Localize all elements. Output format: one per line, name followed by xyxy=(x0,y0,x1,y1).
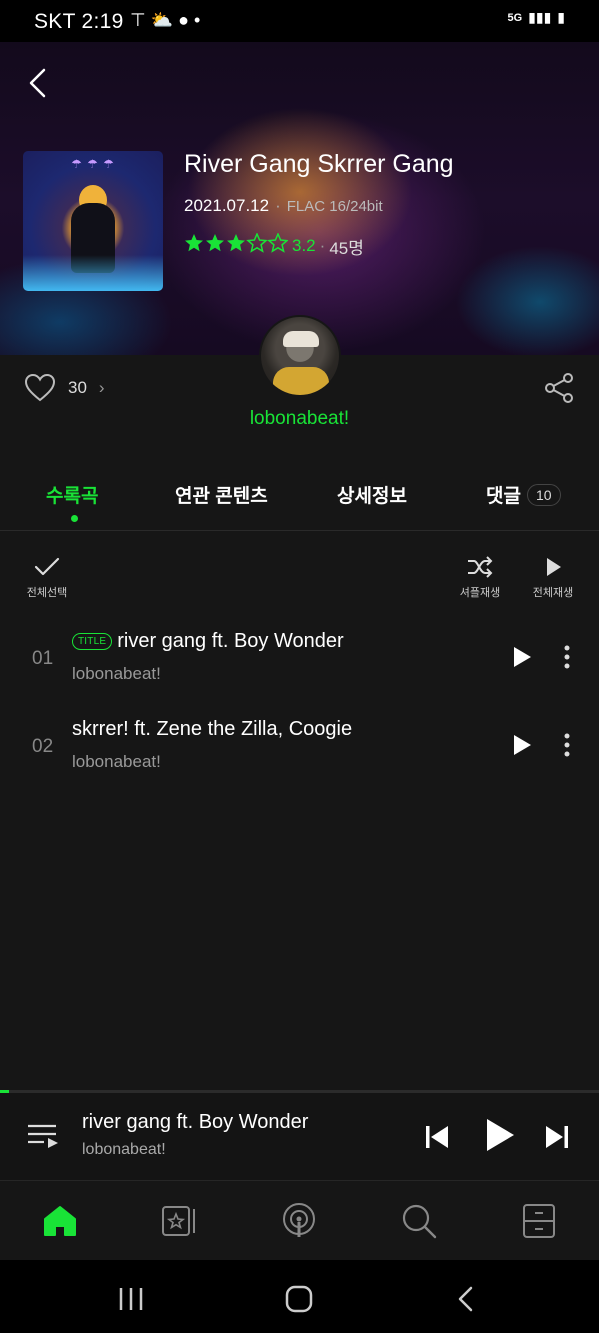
rating-count: 45명 xyxy=(329,238,364,258)
artist-name[interactable]: lobonabeat! xyxy=(0,408,599,430)
cover-flames xyxy=(23,255,163,291)
select-all-button[interactable]: 전체선택 xyxy=(18,556,76,600)
network-label: 5G xyxy=(507,11,523,24)
track-row[interactable]: 01 TITLE river gang ft. Boy Wonder lobon… xyxy=(0,618,599,698)
previous-track-button[interactable] xyxy=(424,1123,450,1151)
shuffle-icon xyxy=(468,556,493,578)
avatar-shirt xyxy=(273,367,329,395)
track-title: TITLE river gang ft. Boy Wonder xyxy=(72,630,344,653)
album-meta: 2021.07.12 · FLAC 16/24bit xyxy=(184,196,383,216)
menu-drawer-icon[interactable] xyxy=(520,1202,558,1240)
shuffle-play-button[interactable]: 셔플재생 xyxy=(450,556,510,600)
play-all-button[interactable]: 전체재생 xyxy=(524,556,582,600)
umbrella-icon: ☂ xyxy=(103,157,114,171)
checkmark-icon xyxy=(34,557,60,576)
battery-icon: ▮ xyxy=(557,9,565,25)
tab-details[interactable]: 상세정보 xyxy=(337,481,407,508)
track-row[interactable]: 02 skrrer! ft. Zene the Zilla, Coogie lo… xyxy=(0,706,599,786)
album-title: River Gang Skrrer Gang xyxy=(184,150,454,178)
track-artist: lobonabeat! xyxy=(72,752,161,771)
bottom-navigation xyxy=(0,1182,599,1260)
release-date: 2021.07.12 xyxy=(184,196,270,215)
separator: · xyxy=(319,236,326,255)
notification-icons: ⊤ ⛅ ● • xyxy=(130,10,201,30)
more-options-icon[interactable] xyxy=(557,732,577,758)
play-all-label: 전체재생 xyxy=(532,587,574,599)
home-icon[interactable] xyxy=(41,1202,79,1240)
next-track-button[interactable] xyxy=(544,1123,570,1151)
back-button[interactable] xyxy=(24,66,54,100)
signal-icon: ▮▮▮ xyxy=(528,9,552,25)
system-navigation-bar xyxy=(0,1260,599,1333)
like-count: 30 xyxy=(68,378,87,397)
home-button-icon[interactable] xyxy=(284,1284,314,1314)
track-artist: lobonabeat! xyxy=(72,664,161,683)
track-number: 02 xyxy=(32,736,54,757)
chevron-right-icon: › xyxy=(98,378,105,397)
play-track-button[interactable] xyxy=(512,734,532,756)
artist-avatar[interactable] xyxy=(259,315,341,397)
recent-apps-icon[interactable] xyxy=(116,1284,146,1314)
tab-comments-label: 댓글 xyxy=(486,486,521,507)
track-title-text: skrrer! ft. Zene the Zilla, Coogie xyxy=(72,718,353,740)
rating[interactable]: 3.2 · 45명 xyxy=(184,233,364,259)
title-track-badge: TITLE xyxy=(72,633,113,650)
back-nav-icon[interactable] xyxy=(452,1284,482,1314)
active-tab-indicator xyxy=(71,515,78,522)
track-title-text: river gang ft. Boy Wonder xyxy=(117,630,344,652)
select-all-label: 전체선택 xyxy=(26,587,68,599)
my-library-icon[interactable] xyxy=(160,1202,198,1240)
heart-icon xyxy=(24,373,56,402)
status-bar: SKT 2:19 ⊤ ⛅ ● • 5G ▮▮▮ ▮ xyxy=(0,0,599,42)
mini-player[interactable]: river gang ft. Boy Wonder lobonabeat! xyxy=(0,1093,599,1181)
share-icon[interactable] xyxy=(543,372,575,404)
rating-score: 3.2 xyxy=(292,236,316,255)
track-number: 01 xyxy=(32,648,54,669)
album-cover[interactable]: ☂ ☂ ☂ xyxy=(23,151,163,291)
umbrella-icon: ☂ xyxy=(87,157,98,171)
play-button[interactable] xyxy=(484,1117,516,1153)
track-title: skrrer! ft. Zene the Zilla, Coogie xyxy=(72,718,352,741)
shuffle-label: 셔플재생 xyxy=(459,587,501,599)
now-playing-title: river gang ft. Boy Wonder xyxy=(82,1111,309,1133)
umbrella-icon: ☂ xyxy=(71,157,82,171)
tab-related-content[interactable]: 연관 콘텐츠 xyxy=(175,481,268,508)
now-playing-artist: lobonabeat! xyxy=(82,1141,166,1158)
podcast-icon[interactable] xyxy=(280,1202,318,1240)
play-track-button[interactable] xyxy=(512,646,532,668)
tab-bar: 수록곡 연관 콘텐츠 상세정보 댓글 10 xyxy=(0,475,599,531)
rating-stars xyxy=(184,233,288,259)
search-icon[interactable] xyxy=(400,1202,438,1240)
more-options-icon[interactable] xyxy=(557,644,577,670)
tab-comments[interactable]: 댓글 10 xyxy=(486,481,561,508)
playlist-queue-icon[interactable] xyxy=(26,1121,60,1151)
separator: · xyxy=(275,196,281,215)
carrier-time: SKT 2:19 xyxy=(34,10,124,33)
audio-format: FLAC 16/24bit xyxy=(286,198,383,215)
like-button[interactable]: 30 › xyxy=(24,373,105,403)
play-icon xyxy=(547,558,561,576)
star-rating-icon xyxy=(185,233,288,252)
system-indicators: 5G ▮▮▮ ▮ xyxy=(507,9,565,26)
avatar-hat xyxy=(283,331,319,347)
tab-tracks[interactable]: 수록곡 xyxy=(46,481,98,508)
comment-count-badge: 10 xyxy=(526,484,561,506)
